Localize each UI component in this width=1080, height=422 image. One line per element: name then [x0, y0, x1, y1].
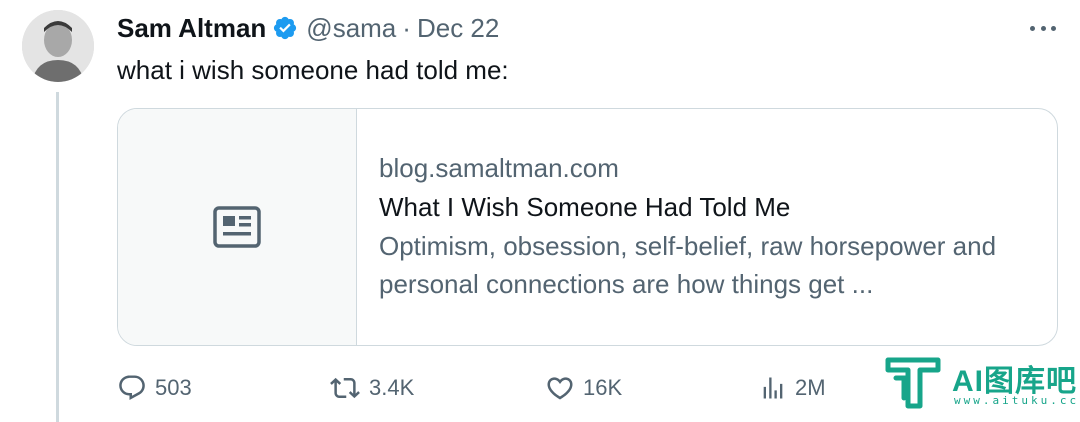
card-description: Optimism, obsession, self-belief, raw ho…: [379, 231, 997, 299]
card-media: [118, 109, 357, 345]
watermark: AI图库吧 www.aituku.cc: [884, 354, 1076, 414]
tweet-header: Sam Altman @sama · Dec 22: [117, 10, 499, 46]
tweet-actions: 503 3.4K 16K 2M: [117, 368, 877, 408]
more-dot: [1051, 25, 1056, 31]
article-icon: [213, 206, 261, 248]
card-domain: blog.samaltman.com: [379, 153, 619, 183]
reply-icon: [119, 375, 145, 400]
reply-button[interactable]: 503: [117, 368, 192, 408]
author-handle[interactable]: @sama: [306, 13, 396, 44]
avatar[interactable]: [22, 10, 94, 82]
views-button[interactable]: 2M: [759, 368, 826, 408]
retweet-button[interactable]: 3.4K: [329, 368, 414, 408]
views-count: 2M: [795, 375, 826, 400]
tweet-date[interactable]: Dec 22: [417, 13, 499, 44]
author-name[interactable]: Sam Altman: [117, 13, 266, 44]
more-dot: [1030, 25, 1035, 31]
like-count: 16K: [583, 375, 623, 400]
views-icon: [763, 377, 783, 399]
separator-dot: ·: [402, 12, 411, 43]
watermark-logo-icon: [885, 357, 941, 409]
avatar-photo: [22, 10, 94, 82]
retweet-icon: [330, 377, 360, 399]
link-card[interactable]: blog.samaltman.com What I Wish Someone H…: [117, 108, 1058, 346]
thread-line: [56, 92, 59, 422]
retweet-count: 3.4K: [369, 375, 415, 400]
reply-count: 503: [155, 375, 192, 400]
watermark-url: www.aituku.cc: [954, 394, 1080, 407]
like-button[interactable]: 16K: [545, 368, 622, 408]
more-horizontal-icon[interactable]: [1030, 18, 1056, 38]
more-dot: [1040, 25, 1046, 31]
card-title: What I Wish Someone Had Told Me: [379, 192, 791, 222]
card-body: blog.samaltman.com What I Wish Someone H…: [379, 149, 1037, 303]
tweet-text: what i wish someone had told me:: [117, 55, 509, 85]
verified-badge-icon: [272, 15, 298, 41]
heart-icon: [547, 377, 573, 400]
